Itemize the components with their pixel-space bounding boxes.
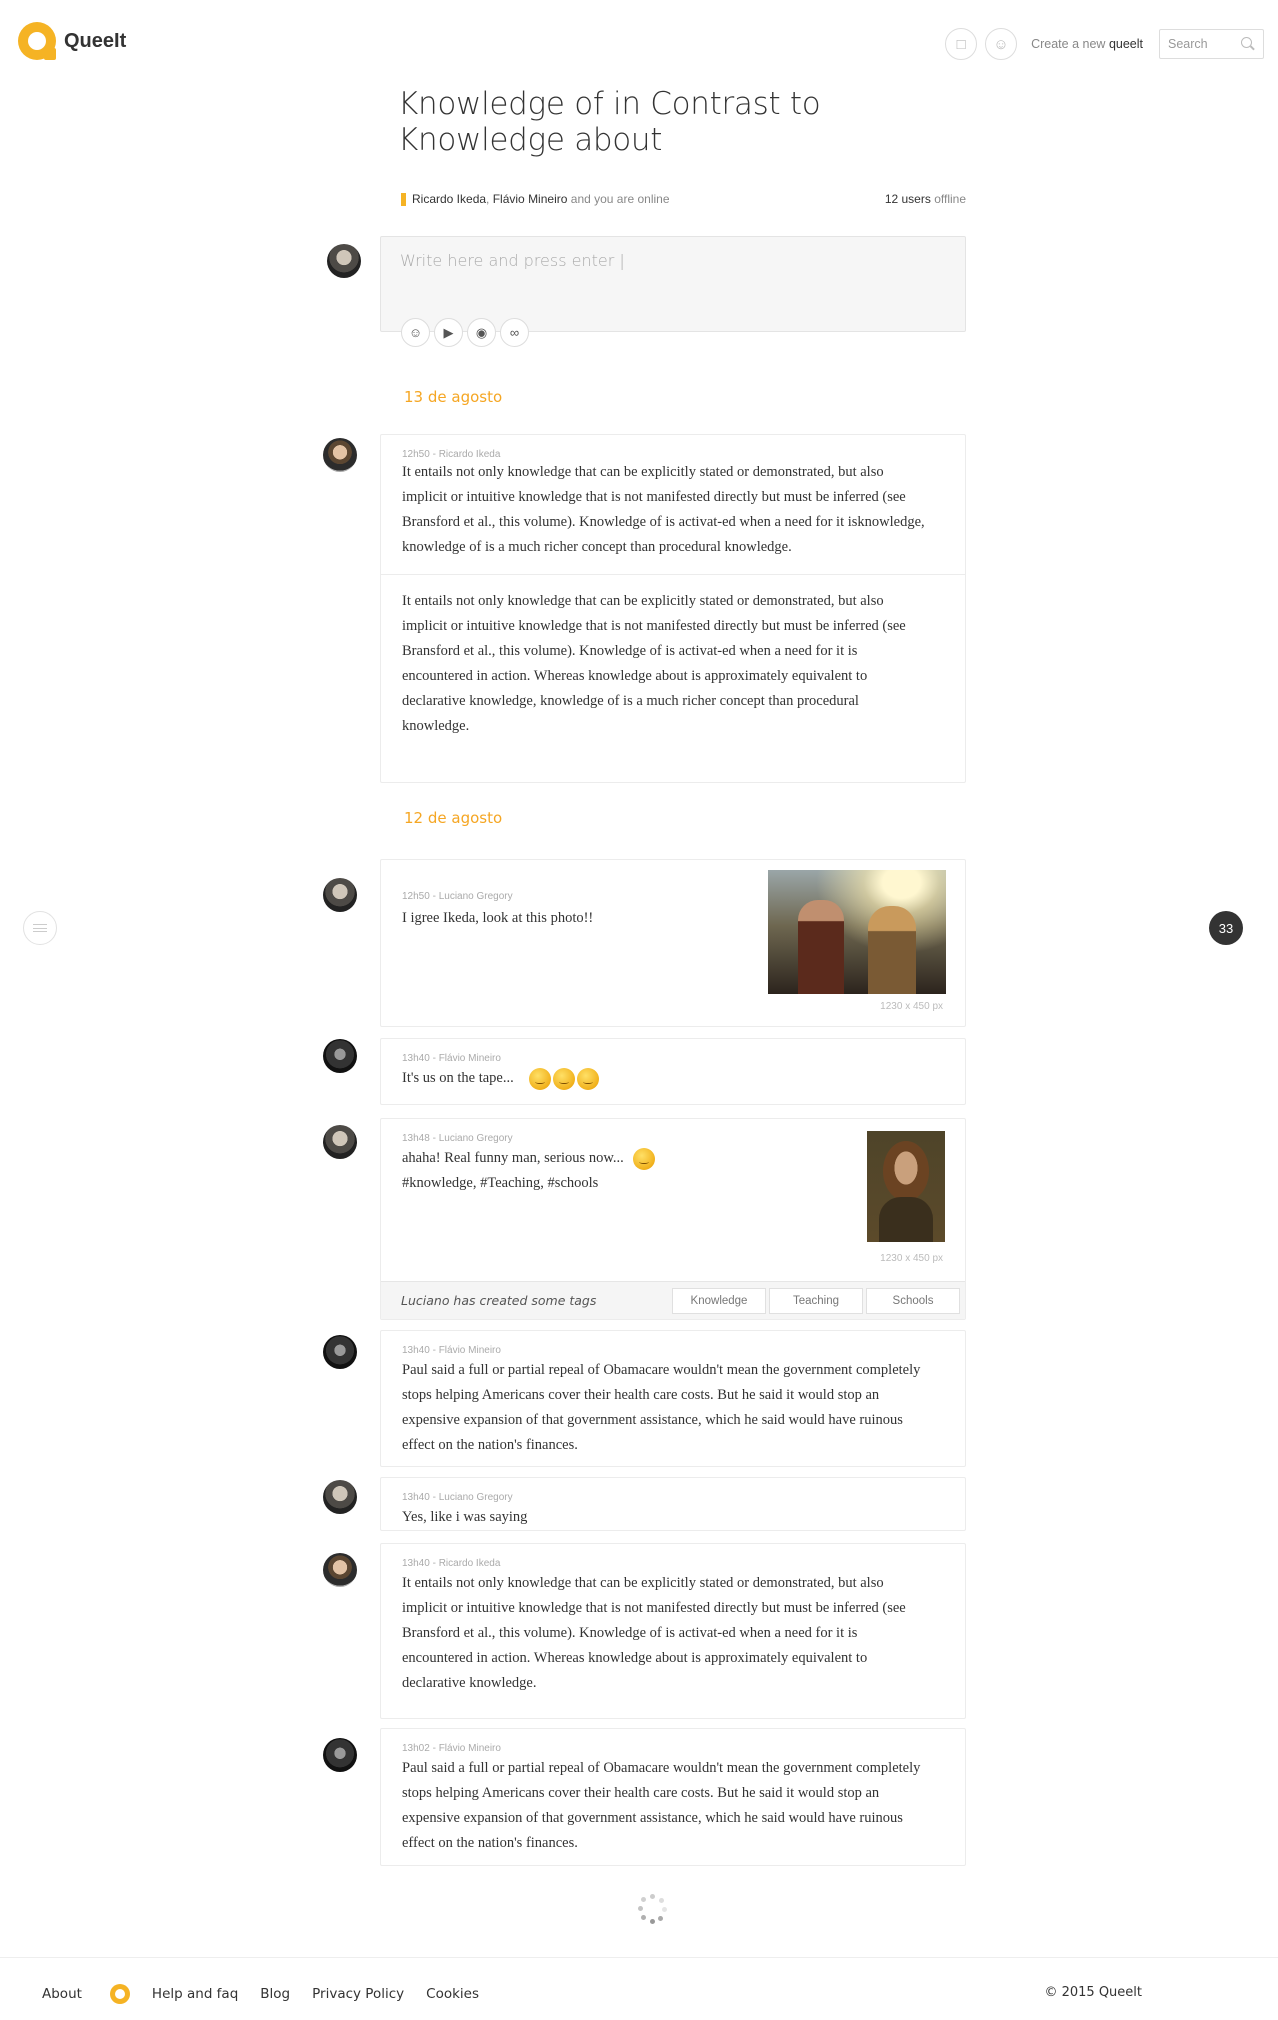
message-card: 13h40 - Ricardo Ikeda It entails not onl… xyxy=(380,1543,966,1719)
message-meta: 13h02 - Flávio Mineiro xyxy=(402,1743,501,1754)
offline-count: 12 users xyxy=(884,192,931,206)
user-icon: ☺ xyxy=(993,35,1009,53)
date-header: 13 de agosto xyxy=(404,388,503,406)
photo-size: 1230 x 450 px xyxy=(880,1001,943,1012)
emoji-icon xyxy=(577,1067,600,1090)
message-text: It's us on the tape... xyxy=(402,1070,514,1086)
blog-link[interactable]: Blog xyxy=(260,1986,290,2002)
loading-spinner-icon xyxy=(638,1894,668,1924)
message-card: 13h40 - Luciano Gregory Yes, like i was … xyxy=(380,1477,966,1531)
about-link[interactable]: About xyxy=(42,1984,130,2004)
smiley-icon[interactable]: ☺ xyxy=(401,318,430,347)
search-icon[interactable] xyxy=(1241,37,1255,51)
search-placeholder: Search xyxy=(1168,37,1208,51)
online-indicator xyxy=(401,192,406,206)
chat-button[interactable]: □ xyxy=(945,28,978,60)
message-card: 13h40 - Flávio Mineiro It's us on the ta… xyxy=(380,1038,966,1105)
logo-text: QueeIt xyxy=(64,29,127,52)
avatar[interactable] xyxy=(323,878,357,912)
online-users: Ricardo Ikeda, Flávio Mineiro and you ar… xyxy=(401,192,670,206)
help-link[interactable]: Help and faq xyxy=(152,1986,238,2002)
hamburger-icon xyxy=(33,924,47,932)
message-text: Paul said a full or partial repeal of Ob… xyxy=(402,1760,921,1851)
message-meta: 13h40 - Ricardo Ikeda xyxy=(402,1558,501,1569)
offline-users[interactable]: 12 users offline xyxy=(885,192,966,206)
attached-photo[interactable] xyxy=(867,1131,945,1242)
message-composer[interactable]: Write here and press enter | ☺ ▶ ◉ ∞ xyxy=(380,236,966,347)
presence-row: Ricardo Ikeda, Flávio Mineiro and you ar… xyxy=(401,192,966,206)
photo-size: 1230 x 450 px xyxy=(880,1253,943,1264)
message-meta: 13h40 - Flávio Mineiro xyxy=(402,1053,501,1064)
search-input[interactable]: Search xyxy=(1159,29,1264,59)
composer-tools: ☺ ▶ ◉ ∞ xyxy=(401,318,529,347)
tags-strip: Luciano has created some tags Knowledge … xyxy=(381,1281,965,1319)
message-card: 12h50 - Luciano Gregory I igree Ikeda, l… xyxy=(380,859,966,1027)
header-actions: □ ☺ Create a new queelt Search xyxy=(945,28,1264,60)
divider xyxy=(381,574,965,575)
copyright: © 2015 Queelt xyxy=(1044,1985,1142,2000)
message-text: Paul said a full or partial repeal of Ob… xyxy=(402,1362,921,1453)
message-card: 13h02 - Flávio Mineiro Paul said a full … xyxy=(380,1728,966,1866)
attached-photo[interactable] xyxy=(768,870,946,994)
cookies-link[interactable]: Cookies xyxy=(426,1986,479,2002)
avatar[interactable] xyxy=(323,1335,357,1369)
logo-mark-icon xyxy=(18,22,56,60)
message-text: It entails not only knowledge that can b… xyxy=(402,593,906,734)
chat-icon: □ xyxy=(956,35,966,53)
message-counter[interactable]: 33 xyxy=(1209,911,1243,945)
tag-knowledge[interactable]: Knowledge xyxy=(672,1287,766,1314)
message-card: 13h48 - Luciano Gregory ahaha! Real funn… xyxy=(380,1118,966,1320)
play-icon[interactable]: ▶ xyxy=(434,318,463,347)
my-avatar xyxy=(327,244,361,278)
avatar[interactable] xyxy=(323,1125,357,1159)
privacy-link[interactable]: Privacy Policy xyxy=(312,1986,404,2002)
queelt-logo-icon xyxy=(109,1984,130,2004)
avatar[interactable] xyxy=(323,1553,357,1587)
footer-links: About Help and faq Blog Privacy Policy C… xyxy=(42,1984,501,2004)
avatar[interactable] xyxy=(323,1039,357,1073)
online-suffix: and you are online xyxy=(570,192,670,206)
message-card: 12h50 - Ricardo Ikeda It entails not onl… xyxy=(380,434,966,783)
create-brand: queelt xyxy=(1108,37,1143,51)
tag-teaching[interactable]: Teaching xyxy=(769,1287,863,1314)
menu-button[interactable] xyxy=(23,911,57,945)
comma: , xyxy=(486,192,493,206)
emoji-icon xyxy=(633,1147,656,1170)
message-meta: 12h50 - Ricardo Ikeda xyxy=(402,449,501,460)
logo[interactable]: QueeIt xyxy=(18,22,126,60)
camera-icon[interactable]: ◉ xyxy=(467,318,496,347)
online-user-2[interactable]: Flávio Mineiro xyxy=(493,192,568,206)
about-label: About xyxy=(42,1986,82,2002)
tag-schools[interactable]: Schools xyxy=(866,1287,960,1314)
avatar[interactable] xyxy=(323,438,357,472)
message-meta: 13h40 - Luciano Gregory xyxy=(402,1492,513,1503)
online-user-1[interactable]: Ricardo Ikeda xyxy=(412,192,486,206)
message-text: It entails not only knowledge that can b… xyxy=(402,464,925,555)
message-text: It entails not only knowledge that can b… xyxy=(402,1575,906,1691)
avatar[interactable] xyxy=(323,1480,357,1514)
footer: About Help and faq Blog Privacy Policy C… xyxy=(0,1957,1278,2020)
user-button[interactable]: ☺ xyxy=(985,28,1018,60)
date-header: 12 de agosto xyxy=(404,809,503,827)
create-label: Create a new xyxy=(1031,37,1106,51)
tags-caption: Luciano has created some tags xyxy=(401,1293,597,1308)
create-queelt-link[interactable]: Create a new queelt xyxy=(1031,37,1143,51)
offline-label: offline xyxy=(934,192,966,206)
page-title: Knowledge of in Contrast to Knowledge ab… xyxy=(398,86,821,158)
avatar[interactable] xyxy=(323,1738,357,1772)
message-meta: 13h40 - Flávio Mineiro xyxy=(402,1345,501,1356)
message-text: ahaha! Real funny man, serious now... xyxy=(402,1150,624,1166)
emoji-icon xyxy=(553,1067,576,1090)
message-text: Yes, like i was saying xyxy=(402,1509,528,1525)
emoji-icon xyxy=(529,1067,552,1090)
message-card: 13h40 - Flávio Mineiro Paul said a full … xyxy=(380,1330,966,1467)
link-icon[interactable]: ∞ xyxy=(500,318,529,347)
composer-placeholder: Write here and press enter | xyxy=(400,251,625,270)
